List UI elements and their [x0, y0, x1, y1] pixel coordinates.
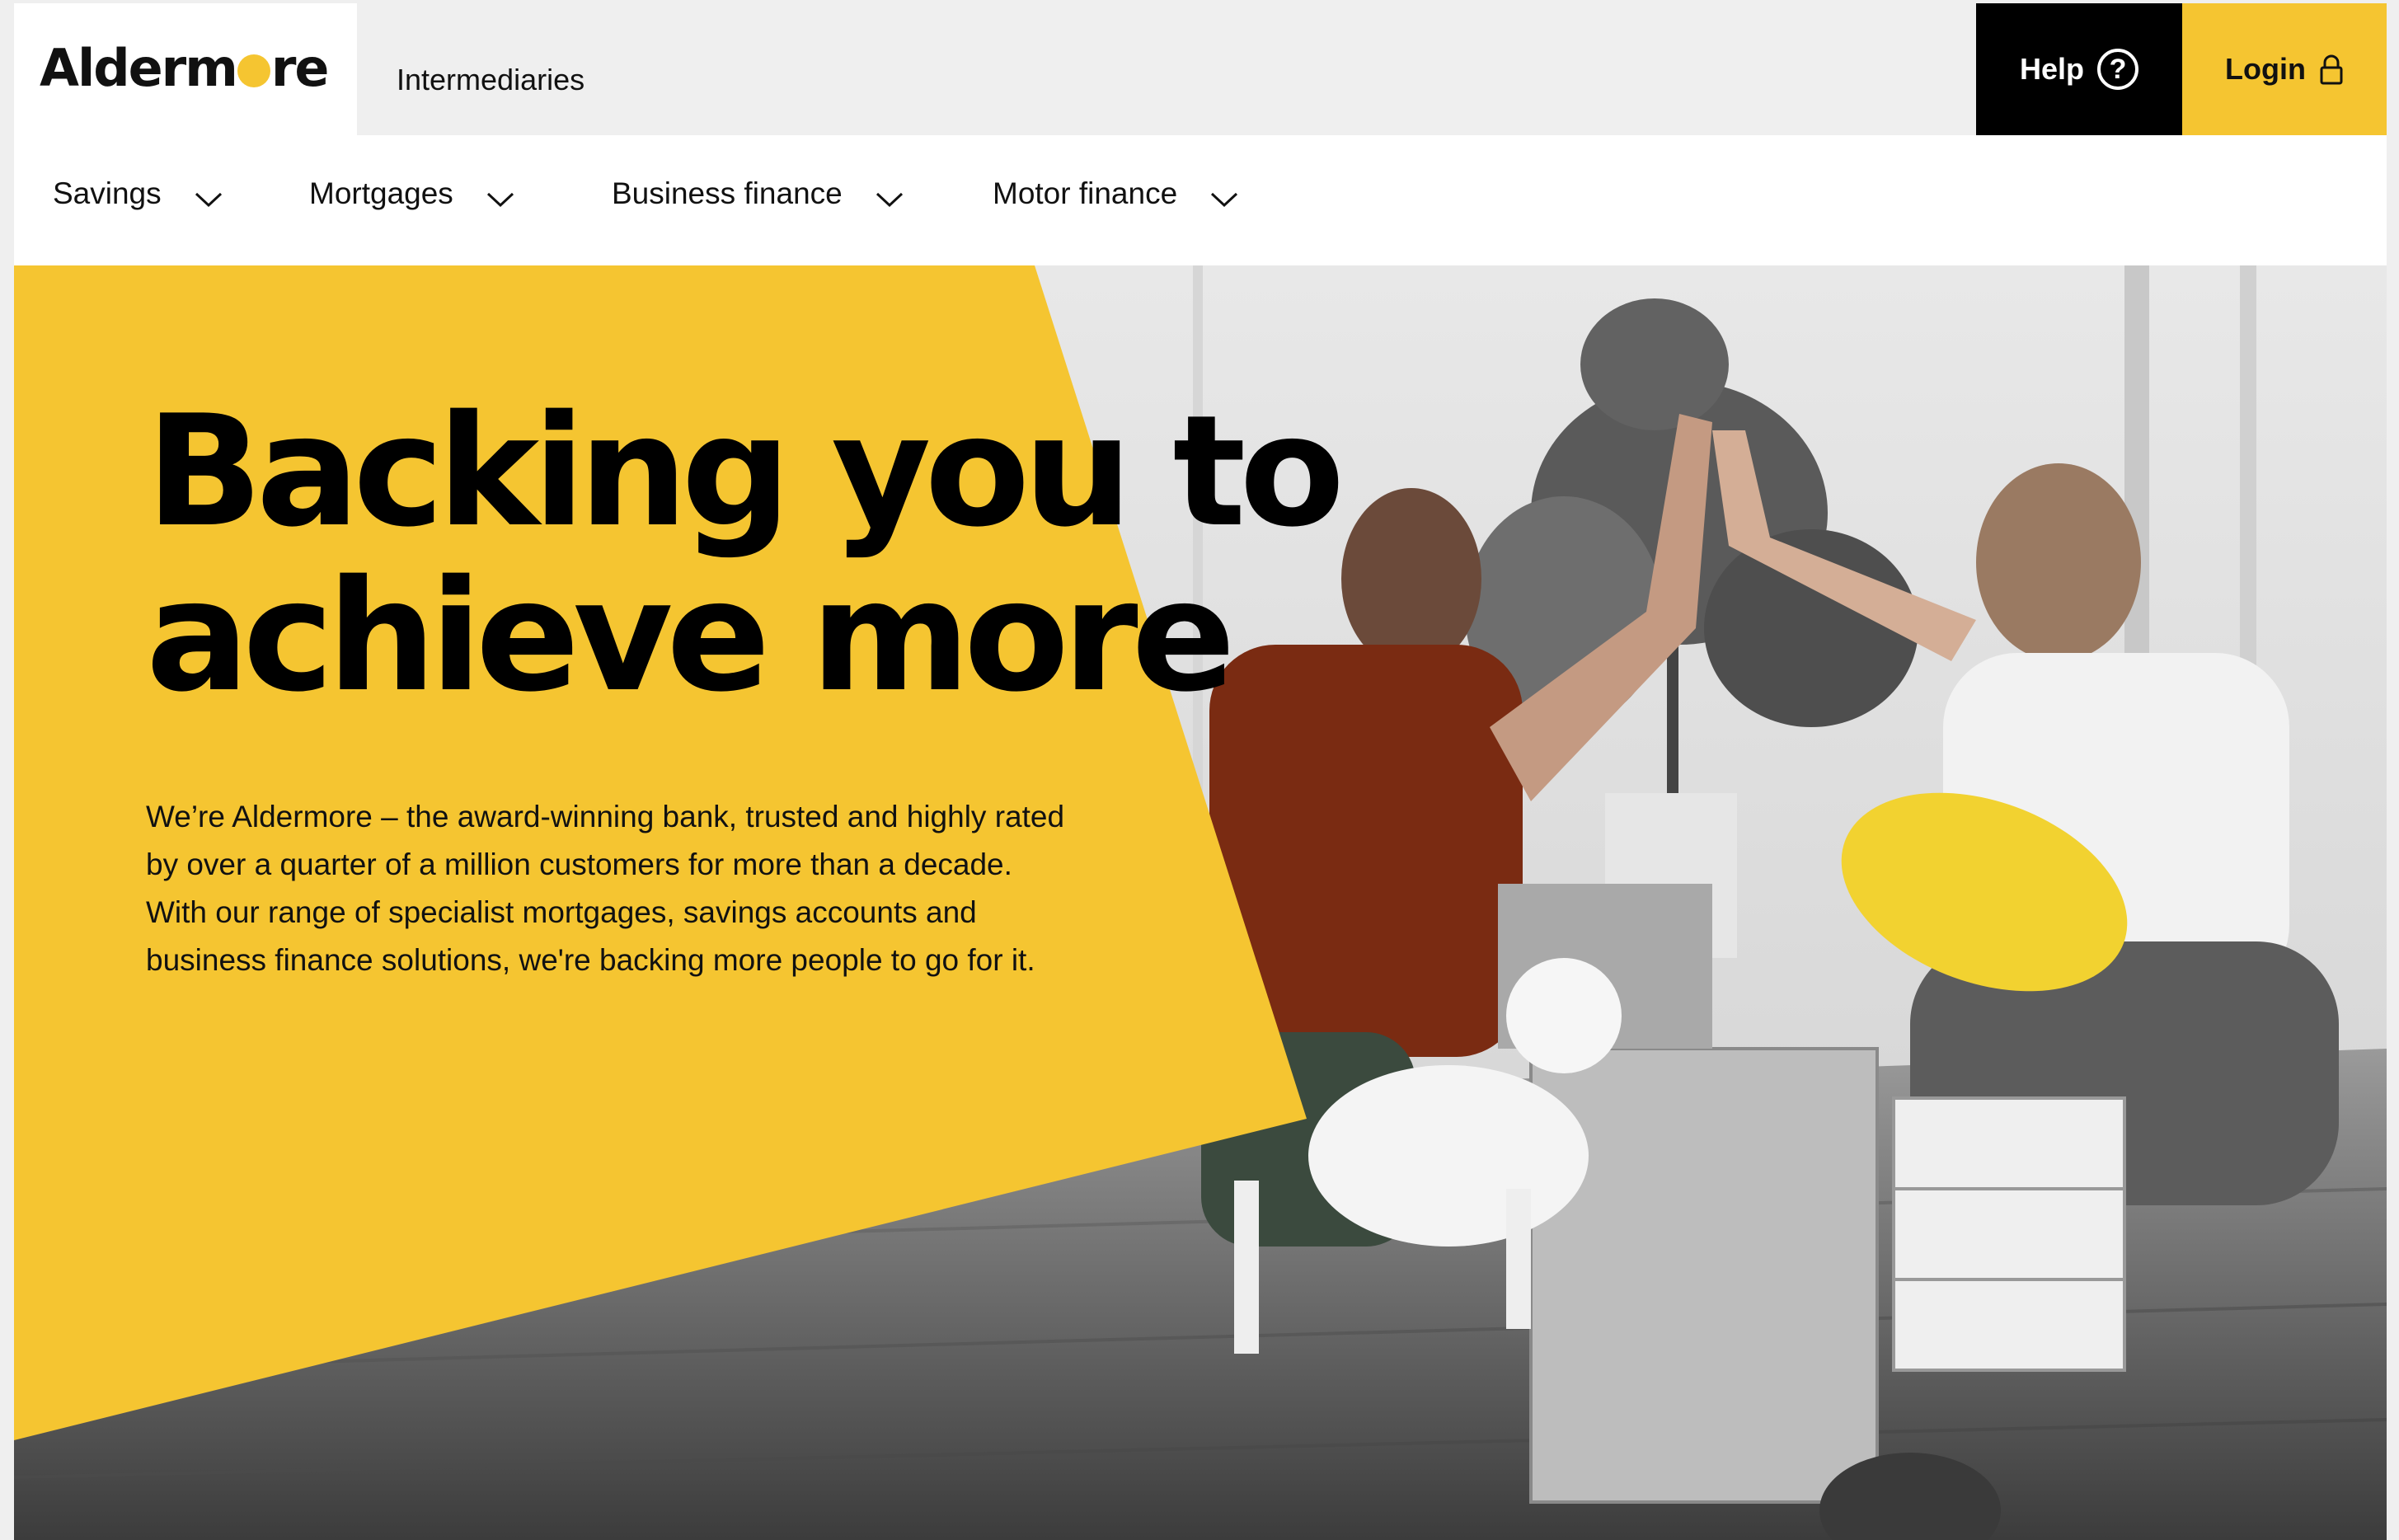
headline-line-2: achieve more — [146, 547, 1236, 725]
top-bar: Alderm re Intermediaries Help ? Login — [14, 3, 2387, 135]
logo-text-start: Alderm — [40, 38, 238, 98]
hero-intro-text: We’re Aldermore – the award-winning bank… — [146, 800, 1065, 977]
help-button[interactable]: Help ? — [1976, 3, 2182, 135]
logo-dot — [237, 54, 270, 87]
nav-item-label: Business finance — [612, 176, 843, 210]
nav-item-label: Mortgages — [309, 176, 453, 210]
nav-item-label: Motor finance — [993, 176, 1178, 210]
main-nav: Savings Mortgages Business finance Motor… — [14, 135, 2387, 265]
chevron-down-icon — [486, 192, 514, 208]
aldermore-logo[interactable]: Alderm re — [40, 43, 329, 94]
nav-item-business-finance[interactable]: Business finance — [612, 176, 904, 211]
chevron-down-icon — [195, 192, 222, 208]
nav-item-savings[interactable]: Savings — [53, 176, 223, 211]
logo-container[interactable]: Alderm re — [14, 3, 357, 135]
hero-banner: Backing you to achieve more We’re Alderm… — [14, 265, 2387, 1540]
chevron-down-icon — [1211, 192, 1238, 208]
login-button[interactable]: Login — [2182, 3, 2387, 135]
help-label: Help — [2019, 52, 2084, 86]
hero-headline: Backing you to achieve more — [146, 389, 1383, 719]
intermediaries-link[interactable]: Intermediaries — [397, 63, 584, 97]
padlock-icon — [2320, 54, 2343, 85]
chevron-down-icon — [876, 192, 903, 208]
nav-item-motor-finance[interactable]: Motor finance — [993, 176, 1238, 211]
login-label: Login — [2225, 52, 2306, 86]
question-circle-icon: ? — [2097, 49, 2138, 90]
nav-item-label: Savings — [53, 176, 162, 210]
nav-item-mortgages[interactable]: Mortgages — [309, 176, 514, 211]
logo-text-end: re — [270, 38, 330, 98]
page-frame: Alderm re Intermediaries Help ? Login Sav… — [14, 0, 2387, 1540]
headline-line-1: Backing you to — [146, 382, 1345, 561]
